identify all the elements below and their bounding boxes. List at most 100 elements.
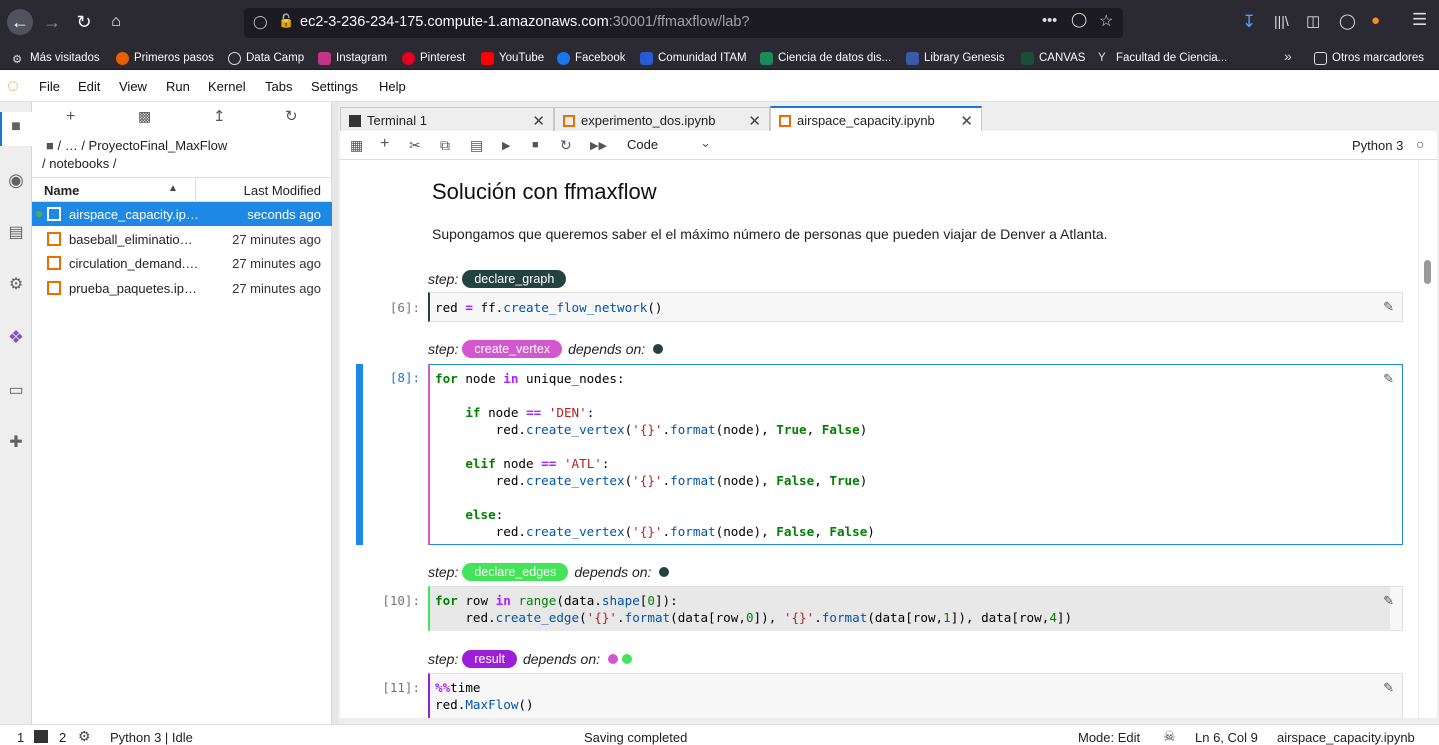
insert-cell-icon[interactable]: + (380, 135, 389, 153)
save-icon[interactable]: ▦ (350, 137, 363, 154)
step-badge[interactable]: declare_graph (462, 270, 567, 288)
notebook-scrollbar[interactable] (1418, 160, 1437, 718)
step-badge[interactable]: result (462, 650, 517, 668)
bookmark-canvas[interactable]: CANVAS (1021, 50, 1085, 66)
scrollbar-thumb[interactable] (1424, 260, 1431, 284)
kernel-status[interactable]: Python 3 | Idle (110, 730, 193, 745)
run-icon[interactable]: ▶ (502, 139, 510, 152)
edit-pencil-icon[interactable]: ✎ (1383, 371, 1394, 387)
menu-run[interactable]: Run (166, 79, 190, 94)
url-bar[interactable]: ◯ 🔓 ec2-3-236-234-175.compute-1.amazonaw… (244, 8, 1123, 38)
restart-icon[interactable]: ↻ (560, 137, 572, 154)
kale-icon[interactable]: ❖ (6, 327, 26, 347)
refresh-icon[interactable]: ↻ (285, 107, 298, 125)
more-icon[interactable]: ••• (1042, 13, 1057, 29)
close-icon[interactable]: ✕ (532, 112, 545, 130)
breadcrumb-sub[interactable]: / notebooks / (42, 156, 116, 171)
bookmark-otros[interactable]: Otros marcadores (1314, 50, 1424, 66)
bookmark-mas-visitados[interactable]: ⚙ Más visitados (12, 50, 100, 66)
menu-kernel[interactable]: Kernel (208, 79, 246, 94)
active-cell-bar[interactable] (356, 364, 363, 545)
folder-icon[interactable]: ■ (6, 118, 26, 138)
commands-icon[interactable]: ▤ (6, 222, 26, 242)
bookmark-comunidad-itam[interactable]: Comunidad ITAM (640, 50, 747, 66)
bookmark-facultad[interactable]: Y Facultad de Ciencia... (1098, 50, 1227, 66)
file-item-airspace[interactable]: airspace_capacity.ipynb seconds ago (32, 202, 332, 226)
code-cell[interactable]: %%time red.MaxFlow() ✎ (428, 673, 1403, 718)
bookmark-instagram[interactable]: Instagram (318, 50, 387, 66)
sidebar-icon[interactable]: ◫ (1306, 12, 1320, 30)
menu-help[interactable]: Help (379, 79, 406, 94)
extension-fox-icon[interactable]: ● (1371, 12, 1380, 29)
menu-view[interactable]: View (119, 79, 147, 94)
code-cell[interactable]: for row in range(data.shape[0]): red.cre… (428, 586, 1403, 631)
breadcrumb-folder-icon[interactable]: ■ (46, 138, 54, 153)
notebook-icon (563, 114, 575, 127)
close-icon[interactable]: ✕ (960, 112, 973, 130)
reload-button[interactable]: ↻ (71, 9, 97, 35)
column-last-modified[interactable]: Last Modified (244, 183, 321, 198)
tab-experimento[interactable]: experimento_dos.ipynb ✕ (554, 107, 770, 133)
column-name[interactable]: Name (44, 183, 79, 198)
file-item-circulation[interactable]: circulation_demand.ipynb 27 minutes ago (32, 251, 332, 275)
bookmark-primeros-pasos[interactable]: Primeros pasos (116, 50, 214, 66)
menu-edit[interactable]: Edit (78, 79, 100, 94)
shield-icon[interactable]: ◯ (253, 14, 268, 30)
pocket-icon[interactable]: ◯ (1071, 12, 1087, 28)
tabs-icon[interactable]: ▭ (6, 380, 26, 400)
menu-file[interactable]: File (39, 79, 60, 94)
mode-indicator[interactable]: Mode: Edit (1078, 730, 1140, 745)
home-icon[interactable]: ⌂ (103, 9, 129, 35)
bookmark-star-icon[interactable]: ☆ (1099, 11, 1113, 31)
extension-icon[interactable]: ✚ (6, 432, 26, 452)
menu-settings[interactable]: Settings (311, 79, 358, 94)
back-button[interactable]: ← (7, 9, 33, 35)
file-item-prueba[interactable]: prueba_paquetes.ipynb 27 minutes ago (32, 276, 332, 300)
bookmark-facebook[interactable]: Facebook (557, 50, 626, 66)
status-count-1[interactable]: 1 (17, 730, 24, 745)
bookmark-data-camp[interactable]: Data Camp (228, 50, 304, 66)
running-icon[interactable]: ◉ (6, 170, 26, 190)
download-icon[interactable]: ↧ (1242, 12, 1256, 32)
save-status: Saving completed (584, 730, 688, 745)
cell-type-select[interactable]: Code ⌄ (627, 135, 711, 152)
globe-icon (228, 51, 241, 65)
edit-pencil-icon[interactable]: ✎ (1383, 299, 1394, 315)
status-count-2[interactable]: 2 (59, 730, 66, 745)
breadcrumb-path[interactable]: / … / ProyectoFinal_MaxFlow (57, 138, 227, 153)
app-menu-icon[interactable]: ☰ (1412, 10, 1427, 30)
edit-pencil-icon[interactable]: ✎ (1383, 680, 1394, 696)
forward-button[interactable]: → (39, 9, 65, 35)
tab-airspace[interactable]: airspace_capacity.ipynb ✕ (770, 106, 982, 133)
copy-icon[interactable]: ⧉ (440, 137, 450, 154)
bookmark-pinterest[interactable]: Pinterest (402, 50, 465, 66)
bookmark-youtube[interactable]: YouTube (481, 50, 544, 66)
paste-icon[interactable]: ▤ (470, 137, 483, 154)
step-badge[interactable]: create_vertex (462, 340, 563, 358)
new-folder-icon[interactable]: ▩ (138, 108, 151, 125)
stop-icon[interactable]: ■ (532, 139, 539, 151)
step-badge[interactable]: declare_edges (462, 563, 569, 581)
account-icon[interactable]: ◯ (1339, 12, 1356, 30)
sort-caret-icon[interactable]: ▲ (168, 183, 178, 194)
file-item-baseball[interactable]: baseball_elimination.ipynb 27 minutes ag… (32, 227, 332, 251)
code-cell[interactable]: red = ff.create_flow_network() ✎ (428, 292, 1403, 322)
kernel-name[interactable]: Python 3 (1352, 138, 1403, 153)
bookmark-ciencia-datos[interactable]: Ciencia de datos dis... (760, 50, 891, 66)
edit-pencil-icon[interactable]: ✎ (1383, 593, 1394, 609)
cursor-position[interactable]: Ln 6, Col 9 (1195, 730, 1258, 745)
close-icon[interactable]: ✕ (748, 112, 761, 130)
tab-terminal[interactable]: Terminal 1 ✕ (340, 107, 554, 133)
property-inspector-icon[interactable]: ⚙ (6, 274, 26, 294)
cut-icon[interactable]: ✂ (409, 137, 421, 154)
run-all-icon[interactable]: ▶▶ (590, 139, 607, 152)
bug-icon[interactable]: ☠ (1163, 728, 1176, 745)
upload-icon[interactable]: ↥ (213, 107, 226, 125)
library-icon[interactable]: |||\ (1274, 13, 1289, 29)
code-cell[interactable]: for node in unique_nodes: if node == 'DE… (428, 364, 1403, 545)
bookmark-library-genesis[interactable]: Library Genesis (906, 50, 1005, 66)
insecure-lock-icon[interactable]: 🔓 (278, 13, 294, 29)
chevron-more-icon[interactable]: » (1284, 48, 1292, 64)
new-launcher-icon[interactable]: + (66, 108, 75, 126)
menu-tabs[interactable]: Tabs (265, 79, 292, 94)
